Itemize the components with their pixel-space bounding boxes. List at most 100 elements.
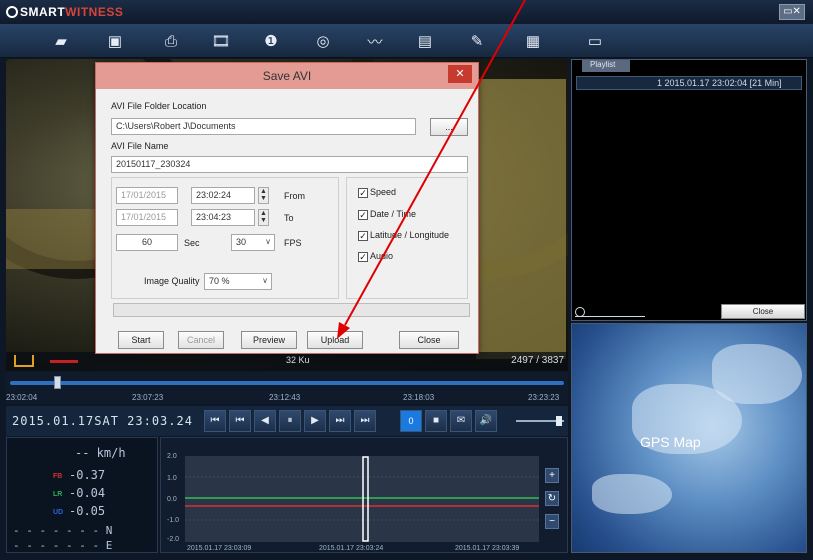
- graph-cursor[interactable]: [362, 456, 369, 542]
- preview-button[interactable]: Preview: [241, 331, 297, 349]
- info-icon[interactable]: ❶: [260, 31, 282, 51]
- playlist-close-button[interactable]: Close: [721, 304, 805, 319]
- timeline-track[interactable]: [10, 381, 564, 385]
- checkbox-label: Date / Time: [370, 209, 417, 219]
- latitude-longitude-checkbox[interactable]: ✓ Latitude / Longitude: [358, 230, 449, 241]
- timeline-tick: 23:12:43: [269, 393, 301, 402]
- chevron-down-icon: ∨: [265, 237, 271, 246]
- graph-plot-area: [185, 456, 539, 542]
- close-button[interactable]: Close: [399, 331, 459, 349]
- dialog-title-bar: Save AVI ✕: [96, 63, 478, 89]
- cancel-button[interactable]: Cancel: [178, 331, 224, 349]
- skip-back-button[interactable]: ⏮: [229, 410, 251, 432]
- app-logo: SMARTWITNESS: [6, 5, 123, 19]
- fps-label: FPS: [284, 238, 302, 248]
- tab-playlist[interactable]: Playlist: [582, 60, 630, 72]
- graph-x-tick: 2015.01.17 23:03:09: [187, 545, 252, 552]
- current-datetime: 2015.01.17SAT 23:03.24: [12, 414, 193, 428]
- playlist-zoom-slider[interactable]: [575, 307, 645, 317]
- upload-button[interactable]: Upload: [307, 331, 363, 349]
- from-time-field[interactable]: 23:02:24: [191, 187, 255, 204]
- to-label: To: [284, 213, 294, 223]
- fps-value: 30: [236, 237, 247, 247]
- folder-location-label: AVI File Folder Location: [111, 101, 207, 111]
- globe-icon[interactable]: ◎: [312, 31, 334, 51]
- speed-readout: -- km/h: [75, 446, 126, 460]
- volume-slider[interactable]: [516, 416, 564, 426]
- timeline-tick: 23:23:23: [528, 393, 560, 402]
- image-quality-label: Image Quality: [144, 276, 200, 286]
- fps-dropdown[interactable]: 30 ∨: [231, 234, 275, 251]
- rewind-fast-button[interactable]: ⏮: [204, 410, 226, 432]
- video-mid-label: 32 Ku: [286, 355, 310, 365]
- map-land-shape: [592, 474, 672, 514]
- gps-map[interactable]: GPS Map: [571, 323, 807, 553]
- file-name-input[interactable]: 20150117_230324: [111, 156, 468, 173]
- folder-location-input[interactable]: C:\Users\Robert J\Documents: [111, 118, 416, 135]
- playlist-panel: Playlist 1 2015.01.17 23:02:04 [21 Min]: [571, 59, 807, 321]
- folder-open-icon[interactable]: ▰: [50, 31, 72, 51]
- ud-tag: UD: [53, 509, 64, 516]
- skip-forward-button[interactable]: ⏭: [329, 410, 351, 432]
- zoom-in-button[interactable]: +: [545, 468, 559, 483]
- dialog-close-button[interactable]: ✕: [448, 65, 472, 83]
- document-icon[interactable]: ▤: [414, 31, 436, 51]
- play-button[interactable]: ▶: [304, 410, 326, 432]
- timeline-tick: 23:02:04: [6, 393, 38, 402]
- start-button[interactable]: Start: [118, 331, 164, 349]
- playlist-item[interactable]: 1 2015.01.17 23:02:04 [21 Min]: [576, 76, 802, 90]
- slider-knob-icon[interactable]: [575, 307, 585, 317]
- timeline-tick: 23:07:23: [132, 393, 164, 402]
- checkbox-check-icon: ✓: [358, 188, 368, 198]
- checkbox-label: Latitude / Longitude: [370, 230, 450, 240]
- checkbox-label: Speed: [370, 187, 397, 197]
- from-time-spinner[interactable]: ▲ ▼: [258, 187, 269, 204]
- waveform-icon[interactable]: 〰: [364, 31, 386, 51]
- date-time-checkbox[interactable]: ✓ Date / Time: [358, 209, 416, 220]
- stop-button[interactable]: ■: [425, 410, 447, 432]
- graph-x-tick: 2015.01.17 23:03:39: [455, 545, 520, 552]
- window-controls-button[interactable]: ▭✕: [779, 4, 805, 20]
- zoom-out-button[interactable]: −: [545, 514, 559, 529]
- duration-field[interactable]: 60: [116, 234, 178, 251]
- frame-counter: 2497 / 3837: [511, 355, 564, 366]
- checkbox-check-icon: ✓: [358, 231, 368, 241]
- from-label: From: [284, 191, 305, 201]
- speed-checkbox[interactable]: ✓ Speed: [358, 187, 396, 198]
- volume-slider-knob[interactable]: [556, 416, 562, 426]
- browse-button[interactable]: ...: [430, 118, 468, 136]
- screen-icon[interactable]: ▦: [522, 31, 544, 51]
- logo-text: SMART: [20, 5, 66, 19]
- fast-forward-button[interactable]: ⏭: [354, 410, 376, 432]
- ud-value: -0.05: [69, 504, 106, 518]
- logo-ring-icon: [6, 6, 18, 18]
- to-time-spinner[interactable]: ▲ ▼: [258, 209, 269, 226]
- playback-controls: 2015.01.17SAT 23:03.24 ⏮ ⏮ ◀ ⏸ ▶ ⏭ ⏭ 0 ■…: [6, 406, 568, 436]
- speed-indicator: 0: [400, 410, 422, 432]
- mail-button[interactable]: ✉: [450, 410, 472, 432]
- to-time-field[interactable]: 23:04:23: [191, 209, 255, 226]
- telemetry-panel: -- km/h FB -0.37 LR -0.04 UD -0.05 - - -…: [6, 437, 158, 553]
- audio-checkbox[interactable]: ✓ Audio: [358, 251, 393, 262]
- chat-icon[interactable]: ▭: [584, 31, 606, 51]
- logo-text-secondary: WITNESS: [65, 5, 124, 19]
- lr-value: -0.04: [69, 486, 106, 500]
- video-clip-icon[interactable]: 🎞: [210, 31, 232, 51]
- recording-indicator-icon: [50, 360, 78, 363]
- camera-icon[interactable]: ▣: [104, 31, 126, 51]
- gps-map-label: GPS Map: [640, 434, 701, 450]
- to-date-field[interactable]: 17/01/2015: [116, 209, 178, 226]
- printer-icon[interactable]: ⎙: [160, 31, 182, 51]
- wrench-icon[interactable]: ✎: [466, 31, 488, 51]
- from-date-field[interactable]: 17/01/2015: [116, 187, 178, 204]
- timeline-scrubber[interactable]: [54, 376, 62, 389]
- main-toolbar: ▰ ▣ ⎙ 🎞 ❶ ◎ 〰 ▤ ✎ ▦ ▭: [0, 24, 813, 58]
- export-progress-bar: [113, 303, 470, 317]
- video-folder-icon[interactable]: [14, 355, 34, 367]
- reset-zoom-button[interactable]: ↻: [545, 491, 559, 506]
- step-back-button[interactable]: ◀: [254, 410, 276, 432]
- image-quality-dropdown[interactable]: 70 % ∨: [204, 273, 272, 290]
- volume-icon[interactable]: 🔊: [475, 410, 497, 432]
- g-sensor-graph: 2.0 1.0 0.0 -1.0 -2.0 2015.01.17 23:03:0…: [160, 437, 568, 553]
- pause-button[interactable]: ⏸: [279, 410, 301, 432]
